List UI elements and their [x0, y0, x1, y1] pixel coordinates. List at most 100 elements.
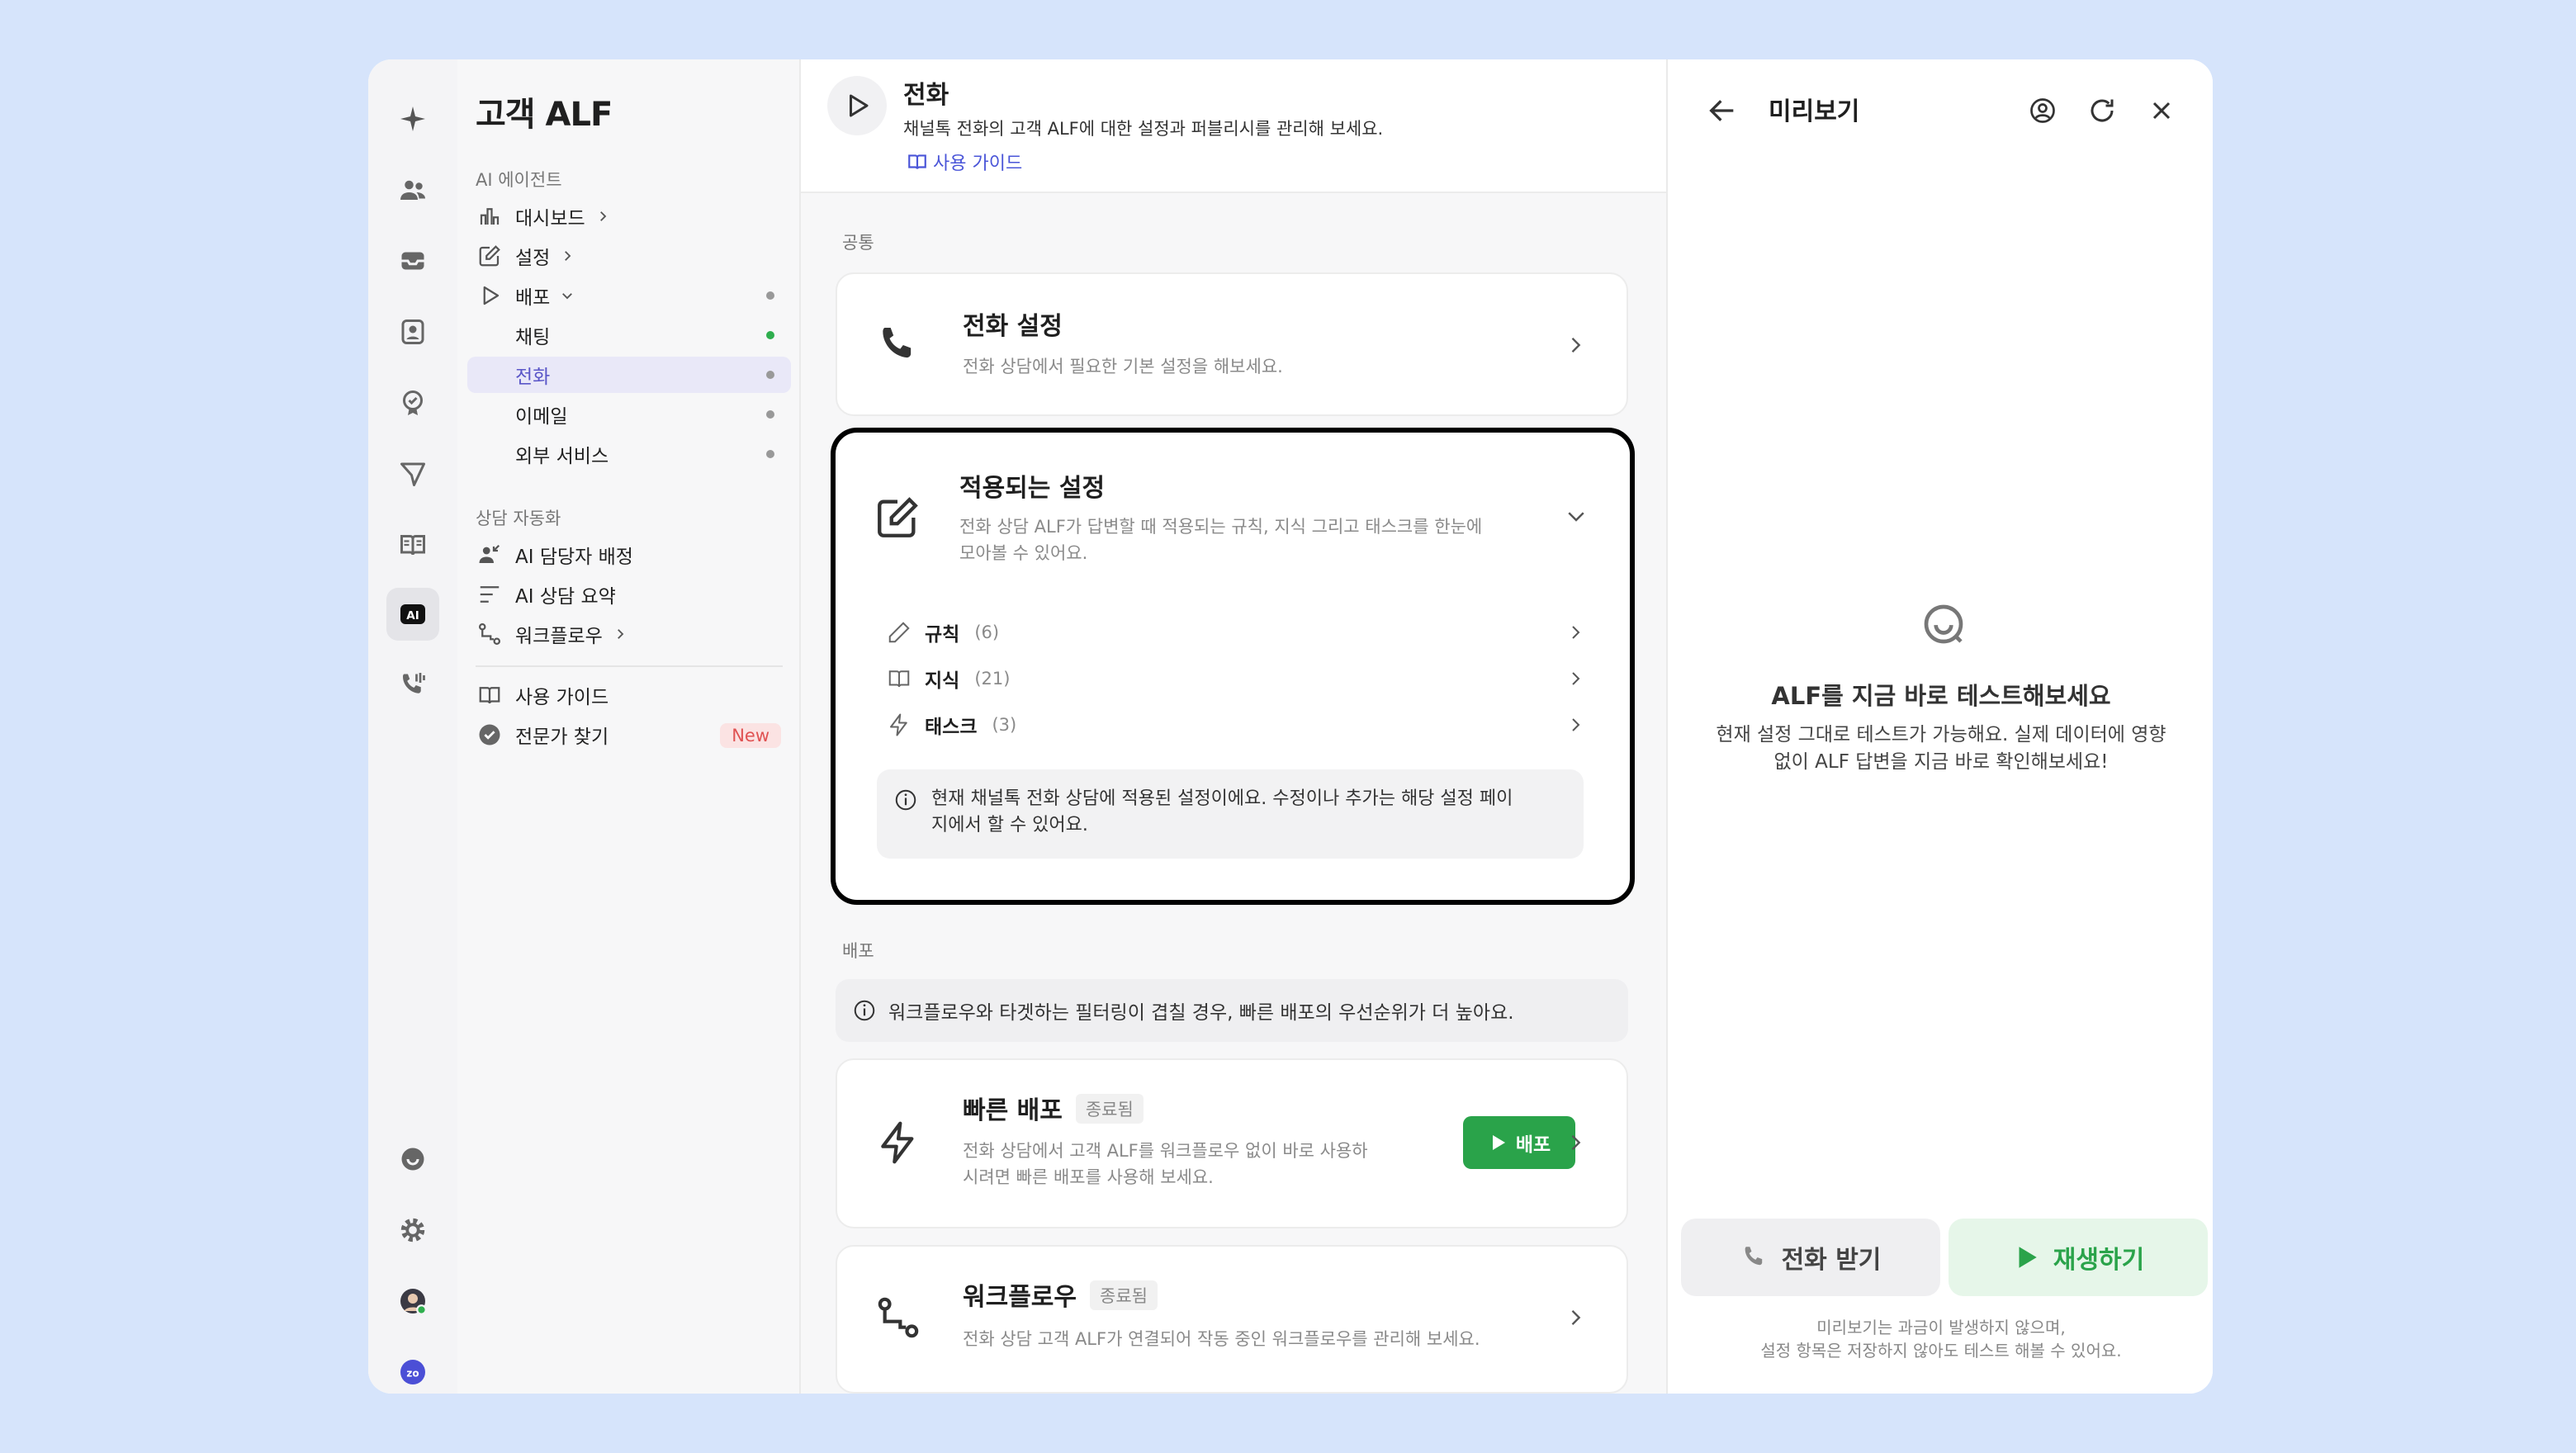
nav-label: 외부 서비스 [515, 446, 609, 467]
phone-wave-icon[interactable] [386, 659, 439, 712]
new-badge: New [720, 723, 781, 748]
play-button[interactable]: 재생하기 [1949, 1219, 2208, 1296]
nav-label: 대시보드 [515, 208, 585, 230]
status-dot [766, 450, 774, 458]
nav-label: 설정 [515, 248, 551, 269]
phone-settings-card[interactable]: 전화 설정 전화 상담에서 필요한 기본 설정을 해보세요. [836, 272, 1628, 416]
play-outline-icon [483, 286, 500, 305]
arrow-left-icon[interactable] [1706, 94, 1739, 127]
deploy-button[interactable]: 배포 [1463, 1116, 1575, 1169]
book-icon[interactable] [386, 518, 439, 571]
edit-icon [479, 245, 500, 267]
user-circle-icon[interactable] [2028, 96, 2057, 125]
nav-label: 전화 [515, 367, 551, 388]
page-header: 전화 채널톡 전화의 고객 ALF에 대한 설정과 퍼블리시를 관리해 보세요.… [801, 59, 1666, 193]
nav-item-ai-assign[interactable]: AI 담당자 배정 [467, 537, 791, 573]
applied-settings-card: 적용되는 설정 전화 상담 ALF가 답변할 때 적용되는 규칙, 지식 그리고… [831, 428, 1635, 905]
nav-item-dashboard[interactable]: 대시보드 [467, 198, 791, 234]
task-row[interactable]: 태스크 (3) [887, 708, 1585, 741]
nav-item-expert[interactable]: 전문가 찾기 New [467, 717, 791, 753]
refresh-icon[interactable] [2087, 96, 2117, 125]
gear-icon[interactable] [386, 1204, 439, 1257]
chevron-right-icon [617, 629, 624, 639]
nav-item-chat[interactable]: 채팅 [467, 317, 791, 353]
workflow-icon [878, 1297, 919, 1338]
desc-line: 없이 ALF 답변을 지금 바로 확인해보세요! [1773, 751, 2109, 773]
nav-item-external[interactable]: 외부 서비스 [467, 436, 791, 472]
card-description: 전화 상담 고객 ALF가 연결되어 작동 중인 워크플로우를 관리해 보세요. [963, 1329, 1480, 1349]
section-agent: AI 에이전트 [476, 170, 562, 190]
side-nav: 고객 ALF AI 에이전트 대시보드 설정 배포 채팅 전화 이메일 외부 서… [457, 59, 801, 1394]
answer-call-label: 전화 받기 [1781, 1246, 1882, 1275]
answer-call-button[interactable]: 전화 받기 [1681, 1219, 1940, 1296]
rule-row[interactable]: 규칙 (6) [887, 616, 1585, 649]
row-label: 규칙 [925, 624, 960, 646]
play-icon [2019, 1247, 2037, 1268]
nav-item-ai-summary[interactable]: AI 상담 요약 [467, 576, 791, 613]
badge-check-icon[interactable] [386, 376, 439, 429]
lines-icon [480, 586, 500, 603]
preview-panel: 미리보기 ALF를 지금 바로 테스트해보세요 현재 설정 그대로 테스트가 가… [1666, 59, 2213, 1394]
card-title-text: 워크플로우 [963, 1283, 1077, 1312]
alf-logo-icon [1924, 604, 1963, 644]
users-icon[interactable] [386, 163, 439, 216]
sparkle-icon[interactable] [386, 92, 439, 145]
desc-line: 전화 상담 ALF가 답변할 때 적용되는 규칙, 지식 그리고 태스크를 한눈… [959, 517, 1483, 537]
lightning-icon [890, 713, 907, 736]
nav-label: 전문가 찾기 [515, 726, 609, 748]
quick-deploy-card[interactable]: 빠른 배포 종료됨 전화 상담에서 고객 ALF를 워크플로우 없이 바로 사용하… [836, 1058, 1628, 1228]
deploy-info-text: 워크플로우와 타겟하는 필터링이 겹칠 경우, 빠른 배포의 우선순위가 더 높… [888, 1002, 1514, 1024]
note-line: 미리보기는 과금이 발생하지 않으며, [1816, 1318, 2066, 1337]
applied-info-box: 현재 채널톡 전화 상담에 적용된 설정이에요. 수정이나 추가는 해당 설정 … [877, 769, 1584, 859]
row-label: 태스크 [925, 717, 978, 738]
info-line: 현재 채널톡 전화 상담에 적용된 설정이에요. 수정이나 추가는 해당 설정 … [931, 788, 1513, 809]
deploy-button-label: 배포 [1515, 1134, 1551, 1156]
avatar[interactable] [386, 1275, 439, 1328]
channel-logo-icon[interactable] [386, 1133, 439, 1186]
preview-note: 미리보기는 과금이 발생하지 않으며, 설정 항목은 저장하지 않아도 테스트 … [1668, 1316, 2213, 1362]
play-outline-icon [827, 76, 887, 135]
card-title-text: 빠른 배포 [963, 1096, 1063, 1125]
workspace-avatar[interactable]: zo [386, 1346, 439, 1394]
guide-link[interactable]: 사용 가이드 [907, 149, 1022, 175]
nav-item-workflow[interactable]: 워크플로우 [467, 616, 791, 652]
book-open-icon [908, 154, 926, 169]
nav-item-email[interactable]: 이메일 [467, 396, 791, 433]
main-panel: 전화 채널톡 전화의 고객 ALF에 대한 설정과 퍼블리시를 관리해 보세요.… [801, 59, 1666, 1394]
nav-item-phone[interactable]: 전화 [467, 357, 791, 393]
card-title: 워크플로우 종료됨 [963, 1276, 1158, 1313]
page-description: 채널톡 전화의 고객 ALF에 대한 설정과 퍼블리시를 관리해 보세요. [903, 119, 1384, 139]
pencil-icon [888, 622, 910, 643]
nav-item-guide[interactable]: 사용 가이드 [467, 677, 791, 713]
row-count: (21) [974, 669, 1011, 689]
nav-label: 이메일 [515, 406, 568, 428]
info-icon [895, 789, 916, 811]
desc-line: 모아볼 수 있어요. [959, 543, 1088, 563]
inbox-icon[interactable] [386, 234, 439, 287]
section-label-common: 공통 [842, 233, 874, 253]
user-assign-icon [479, 544, 500, 563]
ai-icon[interactable]: AI [386, 588, 439, 641]
status-tag: 종료됨 [1075, 1094, 1144, 1124]
nav-item-settings[interactable]: 설정 [467, 238, 791, 274]
card-description: 전화 상담에서 필요한 기본 설정을 해보세요. [963, 357, 1283, 376]
card-title: 빠른 배포 종료됨 [963, 1090, 1144, 1126]
preview-heading: ALF를 지금 바로 테스트해보세요 [1771, 682, 2111, 710]
book-open-icon [888, 670, 910, 688]
status-tag: 종료됨 [1090, 1280, 1158, 1310]
row-count: (3) [992, 715, 1017, 735]
app-window: AI zo 고객 ALF AI 에이전트 대시보드 설정 배포 채팅 전화 이메… [368, 59, 2213, 1394]
card-title: 전화 설정 [963, 312, 1063, 341]
status-dot-active [766, 331, 774, 339]
chevron-down-icon[interactable] [1564, 504, 1589, 528]
close-icon[interactable] [2147, 96, 2176, 125]
chevron-right-icon [1571, 1310, 1581, 1325]
phone-icon [883, 328, 912, 358]
contact-icon[interactable] [386, 305, 439, 358]
phone-icon [1745, 1247, 1762, 1266]
nav-item-deploy[interactable]: 배포 [467, 277, 791, 314]
workflow-card[interactable]: 워크플로우 종료됨 전화 상담 고객 ALF가 연결되어 작동 중인 워크플로우를… [836, 1245, 1628, 1394]
card-description: 전화 상담에서 고객 ALF를 워크플로우 없이 바로 사용하 시려면 빠른 배… [963, 1138, 1368, 1190]
knowledge-row[interactable]: 지식 (21) [887, 662, 1585, 695]
send-icon[interactable] [386, 447, 439, 500]
